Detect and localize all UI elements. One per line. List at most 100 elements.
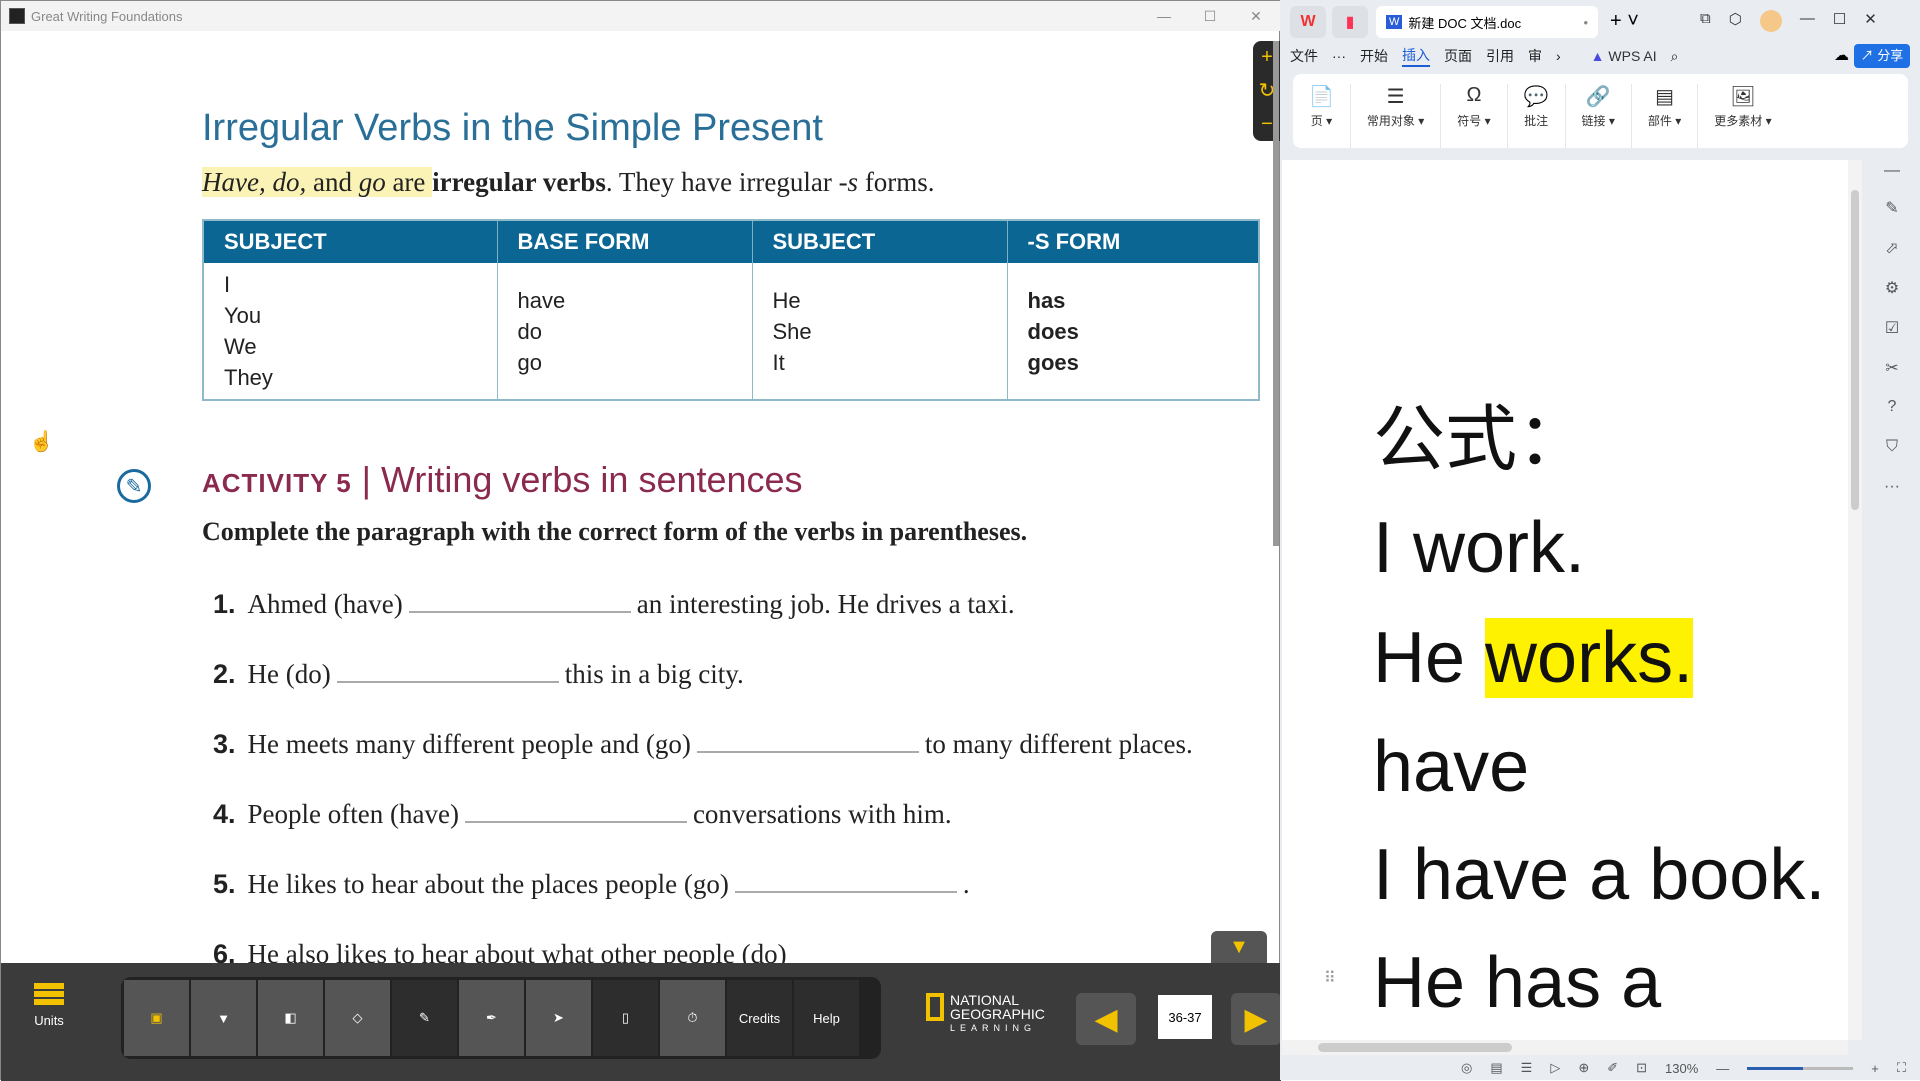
credits-button[interactable]: Credits [727,980,792,1056]
zoom-out-icon[interactable]: − [1261,113,1273,136]
highlighter-button[interactable]: ▼ [191,980,256,1056]
drag-handle-icon[interactable]: ⠿ [1324,968,1336,988]
play-icon[interactable]: ▷ [1550,1060,1560,1076]
insert-ribbon: 📄 页 ▾ ☰ 常用对象 ▾ Ω 符号 ▾ 💬 批注 🔗 链接 ▾ ▤ 部件 ▾ 🖼 更多素材… [1293,74,1908,148]
zoom-slider[interactable] [1747,1066,1854,1070]
pdf-app-icon[interactable]: ▮ [1332,6,1368,38]
doc-line: I have a book. [1373,835,1826,915]
t: irregular verbs [432,167,606,197]
ribbon-objects[interactable]: ☰ 常用对象 ▾ [1351,84,1442,148]
scrollbar[interactable] [1273,41,1279,546]
zoom-out-icon[interactable]: — [1716,1061,1729,1076]
eraser-button[interactable]: ◇ [325,980,390,1056]
close-icon[interactable]: ✕ [1864,10,1877,32]
menu-review[interactable]: 审 [1528,46,1542,66]
cloud-sync-icon[interactable]: ☁ [1834,46,1849,64]
minimize-icon[interactable]: — [1800,10,1815,32]
edit-activity-icon[interactable]: ✎ [117,469,151,503]
side-settings-icon[interactable]: ⚙ [1880,278,1904,298]
resources-button[interactable]: ▣ [124,980,189,1056]
notes-button[interactable]: ◧ [258,980,323,1056]
side-select-icon[interactable]: ⬀ [1880,238,1904,258]
share-button[interactable]: ↗ 分享 [1854,44,1910,68]
side-more-icon[interactable]: ··· [1880,478,1904,496]
side-minus-icon[interactable]: — [1880,162,1904,180]
page-number[interactable]: 36-37 [1158,995,1212,1039]
side-shirt-icon[interactable]: ⛉ [1880,438,1904,456]
activity-heading: ACTIVITY 5 | Writing verbs in sentences [202,459,803,500]
ribbon-parts[interactable]: ▤ 部件 ▾ [1632,84,1699,148]
menu-home[interactable]: 开始 [1360,46,1388,66]
menu-page[interactable]: 页面 [1444,46,1472,66]
box-icon[interactable]: ⬡ [1729,10,1742,32]
avatar[interactable] [1759,10,1782,32]
help-button[interactable]: Help [794,980,859,1056]
t: 符号 ▾ [1457,114,1491,128]
ribbon-comment[interactable]: 💬 批注 [1508,84,1566,148]
units-button[interactable]: Units [23,983,75,1028]
maximize-icon[interactable]: ☐ [1833,10,1846,32]
answer-blank[interactable] [696,733,919,753]
pen-icon[interactable]: ✐ [1607,1060,1618,1076]
fit-icon[interactable]: ⊡ [1636,1060,1647,1076]
natgeo-logo: NATIONAL GEOGRAPHIC LEARNING [926,993,1045,1035]
wps-logo-icon[interactable]: W [1290,6,1326,38]
doc-tab[interactable]: W 新建 DOC 文档.doc • [1376,6,1598,38]
pointer-button[interactable]: ➤ [526,980,591,1056]
eye-icon[interactable]: ◎ [1461,1060,1472,1076]
t: It [772,349,785,375]
units-label: Units [34,1013,64,1028]
zoom-in-icon[interactable]: + [1871,1061,1879,1076]
side-check-icon[interactable]: ☑ [1880,318,1904,338]
zoom-in-icon[interactable]: + [1261,46,1273,69]
new-tab-icon[interactable]: + ˅ [1610,10,1639,33]
omega-icon: Ω [1466,84,1482,106]
side-pen-icon[interactable]: ✎ [1880,198,1904,218]
ribbon-materials[interactable]: 🖼 更多素材 ▾ [1698,84,1787,148]
doc-line: He works. [1373,613,1694,703]
close-button[interactable]: ✕ [1233,1,1279,31]
restore-icon[interactable]: ⧉ [1700,10,1711,32]
wps-ai-button[interactable]: ▲ WPS AI [1591,48,1657,64]
side-tools-icon[interactable]: ✂ [1880,358,1904,378]
t: He meets many different people and (go) [247,729,691,759]
side-help-icon[interactable]: ? [1880,398,1904,416]
exercise-item: 4. People often (have) conversations with … [213,799,952,830]
search-icon[interactable]: ⌕ [1671,48,1679,65]
maximize-button[interactable]: ☐ [1187,1,1233,31]
zoom-level[interactable]: 130% [1665,1061,1698,1076]
ribbon-symbol[interactable]: Ω 符号 ▾ [1441,84,1508,148]
prev-page-button[interactable]: ◀ [1076,993,1136,1045]
scroll-down-button[interactable]: ▼ [1211,931,1267,963]
outline-icon[interactable]: ☰ [1521,1060,1533,1076]
menu-file[interactable]: 文件 [1290,46,1318,66]
answer-blank[interactable] [408,593,631,613]
page-view-icon[interactable]: ▤ [1490,1060,1502,1076]
minimize-button[interactable]: — [1141,1,1187,31]
ribbon-link[interactable]: 🔗 链接 ▾ [1566,84,1632,148]
horizontal-scrollbar[interactable] [1282,1040,1848,1055]
next-page-button[interactable]: ▶ [1231,993,1281,1045]
t: . They have irregular [605,167,839,197]
t: -s [838,167,859,197]
ribbon-page[interactable]: 📄 页 ▾ [1293,84,1351,148]
answer-blank[interactable] [464,803,687,823]
marker-button[interactable]: ✒ [459,980,524,1056]
page-button[interactable]: ▯ [593,980,658,1056]
chevron-right-icon[interactable]: › [1556,48,1561,64]
app-icon [9,8,25,24]
vertical-scrollbar[interactable] [1848,160,1862,1040]
pen-button[interactable]: ✎ [392,980,457,1056]
timer-button[interactable]: ⏱ [660,980,725,1056]
n: 3. [213,729,236,759]
menu-references[interactable]: 引用 [1486,46,1514,66]
fullscreen-icon[interactable]: ⛶ [1897,1060,1906,1076]
web-icon[interactable]: ⊕ [1578,1060,1589,1076]
exercise-item: 1. Ahmed (have) an interesting job. He dri… [213,589,1015,620]
menu-more[interactable]: ··· [1332,48,1346,64]
t: does [1027,318,1079,344]
answer-blank[interactable] [336,663,559,683]
answer-blank[interactable] [734,873,957,893]
menu-insert[interactable]: 插入 [1402,45,1430,67]
tab-close-icon[interactable]: • [1583,15,1588,30]
